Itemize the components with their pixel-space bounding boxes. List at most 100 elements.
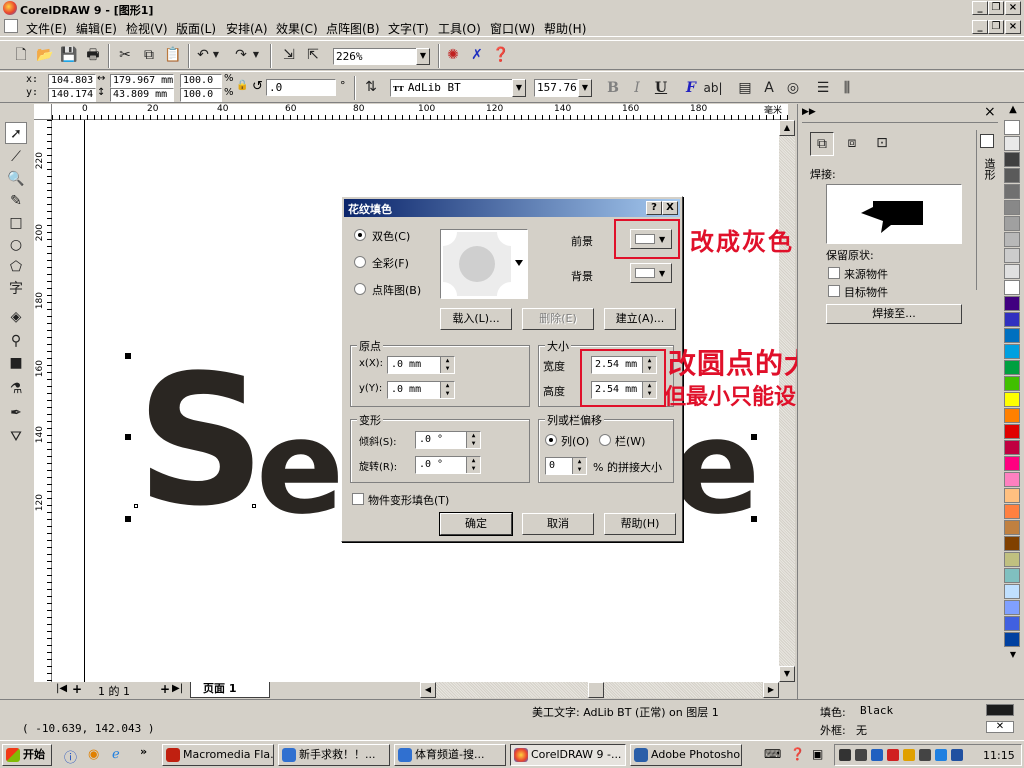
scroll-up-icon[interactable]: ▲ [779,120,795,136]
palette-swatch[interactable] [1004,408,1020,423]
tray-keyboard-icon[interactable]: ⌨ [764,747,781,761]
close-icon[interactable]: × [1005,1,1021,15]
wrap-icon[interactable]: ◎ [782,77,804,99]
palette-swatch[interactable] [1004,456,1020,471]
redo-dropdown-icon[interactable]: ▼ [250,44,262,66]
doc-minimize-icon[interactable]: _ [972,20,988,34]
palette-swatch[interactable] [1004,120,1020,135]
palette-swatch[interactable] [1004,216,1020,231]
scale-x-field[interactable]: 100.0 [180,74,222,88]
palette-swatch[interactable] [1004,168,1020,183]
interactive-fill-icon[interactable]: ◈ [5,306,27,328]
coreldraw-app-icon[interactable] [3,1,17,15]
pattern-preview[interactable] [429,218,528,310]
radio-column[interactable] [545,434,557,446]
palette-swatch[interactable] [1004,440,1020,455]
paste-icon[interactable]: 📋 [162,44,184,66]
docker-expand-icon[interactable]: ▶▶ [802,107,816,117]
palette-swatch[interactable] [1004,600,1020,615]
node-marker[interactable] [252,504,256,508]
weld-mode-icon[interactable]: ⧉ [810,132,834,156]
palette-swatch[interactable] [1004,248,1020,263]
last-page-icon[interactable]: ▶| [172,683,183,694]
tray-app-icon[interactable] [919,749,931,761]
freehand-tool-icon[interactable]: ✎ [5,190,27,212]
palette-swatch[interactable] [1004,488,1020,503]
menu-edit[interactable]: 编辑(E) [76,20,117,37]
minimize-icon[interactable]: _ [972,1,988,15]
skew-input[interactable]: .0 ° ▲ ▼ [415,431,481,449]
palette-swatch[interactable] [1004,232,1020,247]
restore-icon[interactable]: ❐ [988,1,1004,15]
x-position-field[interactable]: 104.803 [48,74,96,88]
convert-icon[interactable]: A [758,77,780,99]
letter-s[interactable]: S [136,352,266,532]
rectangle-tool-icon[interactable]: □ [5,212,27,234]
tray-app-icon[interactable] [903,749,915,761]
load-button[interactable]: 载入(L)... [440,308,512,330]
origin-x-input[interactable]: .0 mm ▲ ▼ [387,356,455,374]
pick-tool-icon[interactable]: ➚ [5,122,27,144]
menu-window[interactable]: 窗口(W) [490,20,535,37]
open-icon[interactable]: 📂 [34,44,56,66]
docker-side-tab[interactable]: 造形 [981,158,997,180]
radio-bitmap[interactable] [354,283,366,295]
redo-icon[interactable]: ↷ [230,44,252,66]
palette-swatch[interactable] [1004,392,1020,407]
first-page-icon[interactable]: |◀ [56,683,67,694]
object-width-field[interactable]: 179.967 mm [110,74,174,88]
radio-two-color[interactable] [354,229,366,241]
y-position-field[interactable]: 140.174 [48,88,96,102]
start-button[interactable]: 开始 [2,744,52,766]
print-icon[interactable]: 🖶 [82,44,104,66]
fill-tool-icon[interactable]: ⛛ [5,426,27,448]
save-icon[interactable]: 💾 [58,44,80,66]
undo-dropdown-icon[interactable]: ▼ [210,44,222,66]
create-button[interactable]: 建立(A)... [604,308,676,330]
palette-swatch[interactable] [1004,584,1020,599]
menu-help[interactable]: 帮助(H) [544,20,586,37]
intersect-mode-icon[interactable]: ⊡ [870,132,894,156]
shape-tool-icon[interactable]: ⟋ [5,146,27,168]
doc-close-icon[interactable]: × [1005,20,1021,34]
scroll-left-icon[interactable]: ◀ [420,682,436,698]
selection-handle[interactable] [125,516,131,522]
tray-volume-icon[interactable] [951,749,963,761]
format-text-icon[interactable]: F [680,77,702,99]
import-icon[interactable]: ⇲ [278,44,300,66]
horizontal-text-icon[interactable]: ☰ [812,77,834,99]
underline-button[interactable]: U [650,77,672,99]
rotate-input[interactable]: .0 ° ▲ ▼ [415,456,481,474]
shadow-tool-icon[interactable]: ■ [5,352,27,374]
add-page-icon[interactable]: + [72,682,82,696]
ok-button[interactable]: 确定 [439,512,513,536]
menu-file[interactable]: 文件(E) [26,20,67,37]
tray-app-icon[interactable] [855,749,867,761]
vertical-text-icon[interactable]: ⫼ [836,77,858,99]
doc-restore-icon[interactable]: ❐ [988,20,1004,34]
menu-tools[interactable]: 工具(O) [438,20,481,37]
rotation-field[interactable]: .0 [266,79,336,96]
bold-button[interactable]: B [602,77,624,99]
palette-swatch[interactable] [1004,552,1020,567]
palette-swatch[interactable] [1004,632,1020,647]
corel-launcher-icon[interactable]: ✺ [442,44,464,66]
menu-text[interactable]: 文字(T) [388,20,429,37]
cancel-button[interactable]: 取消 [522,513,594,535]
mirror-icon[interactable]: ⇅ [360,76,382,98]
palette-swatch[interactable] [1004,152,1020,167]
font-name-field[interactable]: ᴛᴛ AdLib BT [390,79,514,97]
quicklaunch-browser-icon[interactable]: ℯ [112,747,120,762]
tray-network-icon[interactable] [871,749,883,761]
vertical-ruler[interactable]: 220 200 180 160 140 120 [34,120,52,682]
selection-handle[interactable] [751,516,757,522]
palette-swatch[interactable] [1004,472,1020,487]
text-align-icon[interactable]: ▤ [734,77,756,99]
tray-monitor-icon[interactable]: ▣ [812,747,823,761]
ruler-origin[interactable] [34,104,52,120]
selection-handle[interactable] [751,434,757,440]
task-forum[interactable]: 新手求救！！... [278,744,390,766]
menu-view[interactable]: 检视(V) [126,20,168,37]
ellipse-tool-icon[interactable]: ○ [5,234,27,256]
offset-input[interactable]: 0 ▲ ▼ [545,457,587,475]
